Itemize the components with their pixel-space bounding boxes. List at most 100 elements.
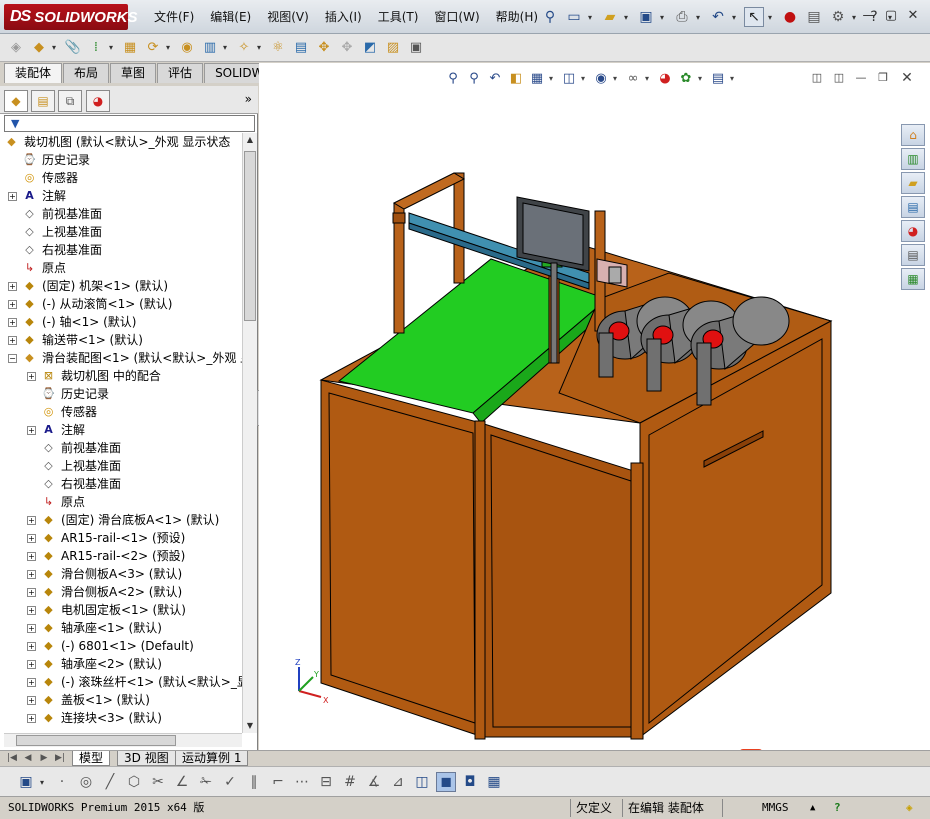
tree-item[interactable]: + A 注解 (0, 187, 242, 205)
tree-filter-field[interactable]: ▼ (4, 115, 255, 132)
mirror-icon[interactable]: ⊿ (388, 772, 408, 792)
tree-item[interactable]: ◇ 上视基准面 (0, 457, 242, 475)
close-icon[interactable]: ✕ (904, 8, 922, 24)
angle-dim-icon[interactable]: ∡ (364, 772, 384, 792)
expand-icon[interactable]: + (27, 372, 36, 381)
tree-item[interactable]: ◎ 传感器 (0, 169, 242, 187)
expand-icon[interactable]: + (27, 570, 36, 579)
tree-item[interactable]: ◇ 前视基准面 (0, 439, 242, 457)
new-part-dropdown-icon[interactable]: ▾ (52, 43, 60, 52)
move-component-icon[interactable]: ⟳ (143, 37, 163, 57)
refgeom-dropdown-icon[interactable]: ▾ (257, 43, 265, 52)
save-icon[interactable]: ▣ (16, 772, 36, 792)
assembly-features-icon[interactable]: ▥ (200, 37, 220, 57)
tab-3d-view[interactable]: 3D 视图 (117, 751, 176, 766)
tree-vertical-scrollbar[interactable]: ▲ ▼ (242, 133, 257, 733)
circle-icon[interactable]: ◎ (76, 772, 96, 792)
instant3d-icon[interactable]: ◩ (360, 37, 380, 57)
tree-item[interactable]: ◇ 前视基准面 (0, 205, 242, 223)
expand-icon[interactable]: + (27, 714, 36, 723)
expand-icon[interactable]: + (27, 696, 36, 705)
options-icon[interactable]: ⚙ (828, 7, 848, 27)
camera-icon[interactable]: ◘ (460, 772, 480, 792)
expand-icon[interactable]: + (27, 426, 36, 435)
graphics-area[interactable]: ⚲ ⚲ ↶ ◧ ▦ ▾ ◫ ▾ ◉ ▾ ∞ ▾ ◕ ✿ ▾ ▤ ▾ ◫ ◫ — ❐ ✕ (259, 63, 930, 750)
next-tab-icon[interactable]: ▶ (36, 752, 52, 765)
grid-icon[interactable]: # (340, 772, 360, 792)
cutting-machine-model[interactable]: Z X Y (259, 63, 930, 750)
feature-tree-tab-icon[interactable]: ◆ (4, 90, 28, 112)
print-icon[interactable]: ⎙ (672, 7, 692, 27)
new-motion-study-icon[interactable]: ⚛ (268, 37, 288, 57)
tree-item[interactable]: + ◆ 电机固定板<1> (默认) (0, 601, 242, 619)
line-icon[interactable]: ╱ (100, 772, 120, 792)
configuration-manager-tab-icon[interactable]: ⧉ (58, 90, 82, 112)
options-dropdown-icon[interactable]: ▾ (852, 13, 860, 22)
3d-box-icon[interactable]: ◫ (412, 772, 432, 792)
scroll-up-icon[interactable]: ▲ (244, 133, 256, 147)
solidworks-forum-icon[interactable]: ▦ (901, 268, 925, 290)
tree-item[interactable]: ↳ 原点 (0, 493, 242, 511)
tree-item[interactable]: + ◆ 轴承座<1> (默认) (0, 619, 242, 637)
first-tab-icon[interactable]: |◀ (4, 752, 20, 765)
shaded-view-icon[interactable]: ◼ (436, 772, 456, 792)
menu-tools[interactable]: 工具(T) (370, 0, 427, 34)
appearances-icon[interactable]: ◕ (901, 220, 925, 242)
features-dropdown-icon[interactable]: ▾ (223, 43, 231, 52)
expand-icon[interactable]: + (27, 678, 36, 687)
design-library-icon[interactable]: ▥ (901, 148, 925, 170)
expand-icon[interactable]: + (27, 588, 36, 597)
expand-icon[interactable]: + (8, 336, 17, 345)
new-document-icon[interactable]: ▭ (564, 7, 584, 27)
tree-item[interactable]: + ◆ (固定) 机架<1> (默认) (0, 277, 242, 295)
expand-panel-icon[interactable]: » (245, 92, 252, 106)
point-icon[interactable]: · (52, 772, 72, 792)
table-icon[interactable]: ▦ (484, 772, 504, 792)
hscroll-thumb[interactable] (16, 735, 176, 746)
tree-item[interactable]: ⌚ 历史记录 (0, 151, 242, 169)
explode-line-icon[interactable]: ✥ (337, 37, 357, 57)
open-dropdown-icon[interactable]: ▾ (624, 13, 632, 22)
tree-item[interactable]: + ◆ 滑台侧板A<2> (默认) (0, 583, 242, 601)
update-speedpak-icon[interactable]: ▨ (383, 37, 403, 57)
solidworks-logo[interactable]: DS SOLIDWORKS (4, 4, 138, 30)
save-dropdown-icon[interactable]: ▾ (40, 778, 48, 787)
pin-icon[interactable]: ⚲ (540, 7, 560, 27)
tree-item[interactable]: ↳ 原点 (0, 259, 242, 277)
polygon-icon[interactable]: ⬡ (124, 772, 144, 792)
dimension-icon[interactable]: ⋯ (292, 772, 312, 792)
reference-geometry-icon[interactable]: ✧ (234, 37, 254, 57)
tree-item[interactable]: + ◆ 盖板<1> (默认) (0, 691, 242, 709)
expand-icon[interactable]: + (8, 318, 17, 327)
tree-item[interactable]: ⌚ 历史记录 (0, 385, 242, 403)
expand-icon[interactable]: + (27, 606, 36, 615)
tree-item[interactable]: ◆ 裁切机图 (默认<默认>_外观 显示状态 (0, 133, 242, 151)
corner-icon[interactable]: ⌐ (268, 772, 288, 792)
tree-item[interactable]: + A 注解 (0, 421, 242, 439)
scroll-thumb[interactable] (244, 151, 256, 321)
file-properties-icon[interactable]: ▤ (804, 7, 824, 27)
tree-horizontal-scrollbar[interactable] (4, 733, 242, 747)
menu-help[interactable]: 帮助(H) (488, 0, 546, 34)
open-folder-icon[interactable]: ▰ (600, 7, 620, 27)
tree-item[interactable]: + ◆ (固定) 滑台底板A<1> (默认) (0, 511, 242, 529)
expand-icon[interactable]: + (27, 624, 36, 633)
menu-insert[interactable]: 插入(I) (317, 0, 370, 34)
tree-item[interactable]: + ◆ 滑台侧板A<3> (默认) (0, 565, 242, 583)
tab-assembly[interactable]: 装配体 (4, 63, 63, 83)
tab-sketch[interactable]: 草图 (110, 63, 157, 83)
quick-tips-icon[interactable]: ? (830, 799, 845, 817)
tab-evaluate[interactable]: 评估 (157, 63, 204, 83)
undo-icon[interactable]: ↶ (708, 7, 728, 27)
trim-icon[interactable]: ✂ (148, 772, 168, 792)
angle-icon[interactable]: ∠ (172, 772, 192, 792)
expand-icon[interactable]: + (27, 660, 36, 669)
tree-item[interactable]: + ◆ (-) 轴<1> (默认) (0, 313, 242, 331)
view-palette-icon[interactable]: ▤ (901, 196, 925, 218)
save-icon[interactable]: ▣ (636, 7, 656, 27)
solidworks-resources-icon[interactable]: ⌂ (901, 124, 925, 146)
restore-icon[interactable]: ▢ (882, 8, 900, 24)
undo-dropdown-icon[interactable]: ▾ (732, 13, 740, 22)
linear-pattern-icon[interactable]: ⁞ (86, 37, 106, 57)
menu-edit[interactable]: 编辑(E) (202, 0, 259, 34)
